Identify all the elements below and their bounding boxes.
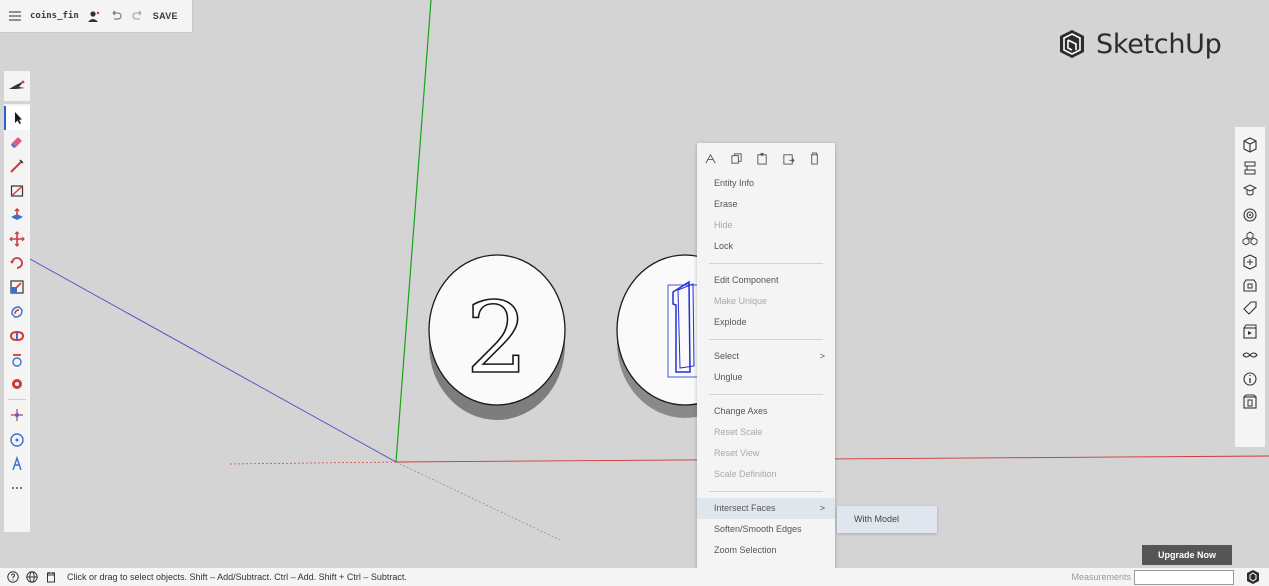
menu-intersect-faces-label: Intersect Faces xyxy=(714,503,776,513)
model-viewport[interactable]: 2 xyxy=(0,0,1269,568)
materials-icon[interactable] xyxy=(1235,203,1265,226)
menu-edit-component[interactable]: Edit Component xyxy=(697,270,835,291)
green-axis-negative xyxy=(395,461,561,541)
menu-hide: Hide xyxy=(714,220,733,230)
context-menu-icon-row xyxy=(697,143,835,173)
upgrade-now-button[interactable]: Upgrade Now xyxy=(1142,545,1232,565)
menu-scale-definition: Scale Definition xyxy=(714,469,777,479)
menu-erase[interactable]: Erase xyxy=(697,194,835,215)
menu-divider xyxy=(709,491,823,492)
scenes-icon[interactable] xyxy=(1235,273,1265,296)
menu-change-axes[interactable]: Change Axes xyxy=(697,401,835,422)
text-icon[interactable] xyxy=(4,452,30,476)
copy-icon[interactable] xyxy=(729,151,743,165)
menu-select[interactable]: Select > xyxy=(697,346,835,367)
scene-canvas: 2 xyxy=(29,0,1269,541)
help-icon[interactable] xyxy=(6,571,19,584)
select-arrow-icon[interactable] xyxy=(4,106,30,131)
menu-reset-scale: Reset Scale xyxy=(714,427,763,437)
menu-divider xyxy=(709,339,823,340)
tags-icon[interactable] xyxy=(1235,297,1265,320)
model-info-icon[interactable] xyxy=(1235,390,1265,413)
menu-divider xyxy=(709,263,823,264)
components-icon[interactable] xyxy=(1235,227,1265,250)
toolbar-divider xyxy=(8,399,26,401)
eraser-icon[interactable] xyxy=(4,130,30,154)
menu-reset-view: Reset View xyxy=(714,448,760,458)
tape-measure-icon[interactable] xyxy=(4,348,30,372)
scale-icon[interactable] xyxy=(4,275,30,299)
orbit-icon[interactable] xyxy=(4,403,30,427)
entity-info-icon[interactable] xyxy=(1235,133,1265,156)
delete-icon[interactable] xyxy=(807,151,821,165)
context-menu: Entity Info Erase Hide Lock Edit Compone… xyxy=(697,143,835,580)
green-axis xyxy=(395,0,432,463)
chevron-right-icon: > xyxy=(819,351,825,361)
menu-divider xyxy=(709,394,823,395)
rectangle-icon[interactable] xyxy=(4,179,30,203)
push-pull-icon[interactable] xyxy=(4,203,30,227)
save-button[interactable]: SAVE xyxy=(153,11,178,21)
undo-icon[interactable] xyxy=(109,9,123,23)
offset-icon[interactable] xyxy=(4,300,30,324)
file-bar: coins_fin SAVE xyxy=(0,0,193,33)
paste-in-place-icon[interactable] xyxy=(781,151,795,165)
views-icon[interactable] xyxy=(1235,344,1265,367)
shadows-icon[interactable] xyxy=(1235,320,1265,343)
menu-soften-smooth-edges[interactable]: Soften/Smooth Edges xyxy=(697,519,835,540)
solid-tools-icon[interactable] xyxy=(1235,367,1265,390)
walk-icon[interactable] xyxy=(4,427,30,451)
measurements-label: Measurements xyxy=(1071,572,1131,582)
menu-entity-info[interactable]: Entity Info xyxy=(697,173,835,194)
brand-name: SketchUp xyxy=(1096,28,1222,60)
submenu-with-model[interactable]: With Model xyxy=(837,506,937,533)
follow-me-icon[interactable] xyxy=(4,324,30,348)
status-bar: Click or drag to select objects. Shift –… xyxy=(0,568,1269,586)
more-tools-icon[interactable] xyxy=(4,476,30,500)
redo-icon[interactable] xyxy=(131,9,145,23)
menu-make-unique: Make Unique xyxy=(714,296,768,306)
instructor-icon[interactable] xyxy=(1235,180,1265,203)
right-panel-toolbar xyxy=(1235,127,1265,447)
entity-info-quick-icon[interactable] xyxy=(703,151,717,165)
move-icon[interactable] xyxy=(4,227,30,251)
chevron-right-icon: > xyxy=(819,503,825,513)
user-profile-icon[interactable] xyxy=(87,9,101,23)
paste-icon[interactable] xyxy=(755,151,769,165)
left-toolbar xyxy=(4,104,30,532)
sketchup-logo-small-icon[interactable] xyxy=(1243,569,1263,585)
menu-select-label: Select xyxy=(714,351,740,361)
measurements-box: Measurements xyxy=(1071,569,1263,585)
globe-geolocate-icon[interactable] xyxy=(25,571,38,584)
pencil-line-icon[interactable] xyxy=(4,154,30,178)
menu-unglue[interactable]: Unglue xyxy=(697,367,835,388)
rotate-icon[interactable] xyxy=(4,251,30,275)
measurements-input[interactable] xyxy=(1134,569,1234,585)
paint-bucket-icon[interactable] xyxy=(4,372,30,396)
styles-icon[interactable] xyxy=(1235,250,1265,273)
file-name[interactable]: coins_fin xyxy=(30,11,79,21)
red-axis-negative xyxy=(229,461,397,465)
status-hint-text: Click or drag to select objects. Shift –… xyxy=(67,572,407,582)
credits-icon[interactable] xyxy=(44,571,57,584)
menu-lock[interactable]: Lock xyxy=(697,236,835,257)
sketchup-logo: SketchUp xyxy=(1056,28,1222,60)
blue-axis xyxy=(29,258,397,463)
coin-two-number: 2 xyxy=(466,282,528,396)
menu-zoom-selection[interactable]: Zoom Selection xyxy=(697,540,835,561)
menu-explode[interactable]: Explode xyxy=(697,312,835,333)
outliner-icon[interactable] xyxy=(1235,156,1265,179)
menu-intersect-faces[interactable]: Intersect Faces > xyxy=(697,498,835,519)
hamburger-menu-icon[interactable] xyxy=(8,9,22,23)
sketchup-logo-icon xyxy=(1060,30,1084,58)
coin-two[interactable]: 2 xyxy=(428,254,566,420)
instructor-bird-icon[interactable] xyxy=(4,71,30,101)
